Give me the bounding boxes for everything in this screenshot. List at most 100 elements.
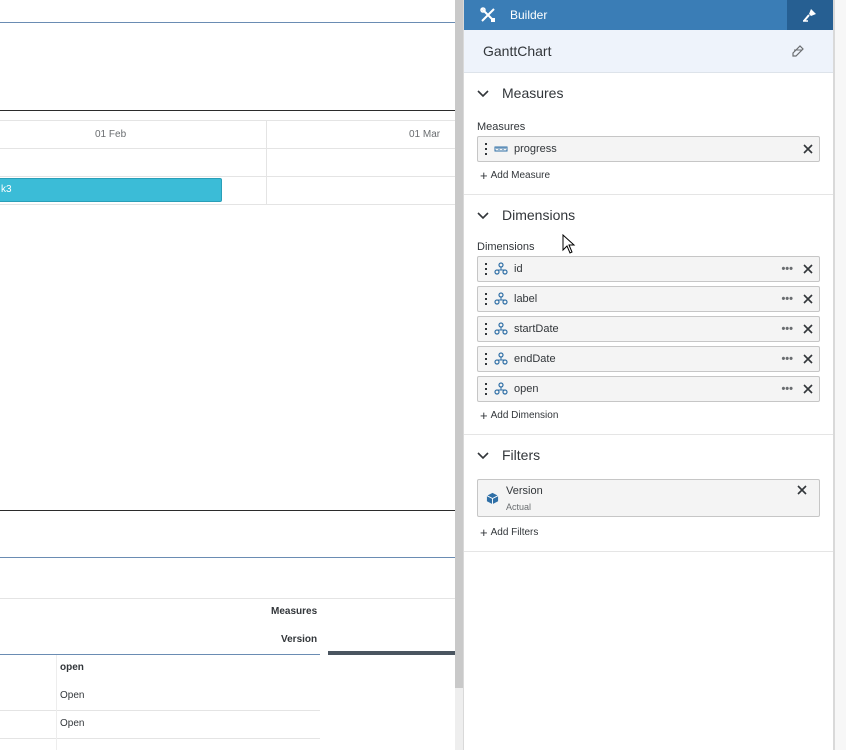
dimensions-section-header[interactable]: Dimensions — [477, 195, 820, 235]
filter-name: Version — [506, 485, 543, 497]
dimension-icon — [494, 352, 508, 365]
table-column-separator — [56, 655, 57, 750]
dimension-item-enddate[interactable]: endDate ••• — [477, 346, 820, 372]
close-icon[interactable] — [803, 354, 813, 364]
plus-icon: + — [480, 407, 488, 423]
add-dimension-label: Add Dimension — [490, 409, 559, 421]
filters-title: Filters — [502, 447, 541, 463]
close-icon[interactable] — [803, 324, 813, 334]
dimension-item-label: startDate — [514, 323, 559, 335]
measures-section: Measures Measures progress + Add Measure — [464, 73, 833, 195]
add-filters-label: Add Filters — [490, 526, 539, 538]
table-header-version: Version — [281, 634, 318, 645]
drag-handle-icon[interactable] — [485, 143, 488, 155]
timeline-top-line — [0, 120, 455, 121]
dimension-item-label: label — [514, 293, 538, 305]
measures-title: Measures — [502, 85, 564, 101]
filters-section-header[interactable]: Filters — [477, 435, 820, 475]
table-cell: Open — [60, 690, 85, 701]
paint-brush-icon — [803, 9, 816, 22]
dimension-icon — [494, 262, 508, 275]
more-options-icon[interactable]: ••• — [781, 263, 793, 275]
widget-top-border — [0, 22, 455, 23]
dimension-icon — [494, 322, 508, 335]
widget-bottom-border — [0, 510, 455, 511]
table-header-line — [0, 598, 455, 599]
measures-label: Measures — [477, 121, 526, 133]
edit-icon[interactable] — [791, 44, 805, 58]
right-panel-edge — [834, 0, 846, 750]
timeline-tick-mar: 01 Mar — [409, 129, 441, 140]
table-widget-top-border — [0, 557, 455, 558]
dimension-item-label[interactable]: label ••• — [477, 286, 820, 312]
measure-item-label: progress — [514, 143, 557, 155]
panel-splitter-tail — [455, 688, 463, 750]
widget-header: GanttChart — [464, 30, 833, 73]
dimensions-label: Dimensions — [477, 241, 535, 253]
plus-icon: + — [480, 167, 488, 183]
more-options-icon[interactable]: ••• — [781, 383, 793, 395]
dimension-icon — [494, 382, 508, 395]
more-options-icon[interactable]: ••• — [781, 293, 793, 305]
filter-value: Actual — [506, 502, 532, 512]
drag-handle-icon[interactable] — [485, 353, 488, 365]
filters-section: Filters Version Actual + Add Filters — [464, 435, 833, 552]
gantt-task-bar[interactable]: k3 — [0, 178, 222, 202]
dimension-item-label: id — [514, 263, 523, 275]
measure-item-progress[interactable]: progress — [477, 136, 820, 162]
drag-handle-icon[interactable] — [485, 293, 488, 305]
mouse-pointer-icon — [562, 234, 576, 254]
dimension-item-startdate[interactable]: startDate ••• — [477, 316, 820, 342]
dimension-item-label: endDate — [514, 353, 556, 365]
close-icon[interactable] — [803, 294, 813, 304]
tab-styling[interactable] — [787, 0, 833, 30]
timeline-bottom-line — [0, 148, 455, 149]
add-dimension-button[interactable]: + Add Dimension — [477, 406, 820, 424]
dimensions-title: Dimensions — [502, 207, 576, 223]
drag-handle-icon[interactable] — [485, 383, 488, 395]
panel-splitter[interactable] — [455, 0, 463, 688]
dimension-item-id[interactable]: id ••• — [477, 256, 820, 282]
chevron-down-icon[interactable] — [477, 209, 489, 221]
close-icon[interactable] — [803, 264, 813, 274]
tab-builder[interactable]: Builder — [464, 0, 788, 30]
designer-tab-bar: Builder — [464, 0, 833, 30]
widget-title: GanttChart — [483, 43, 552, 59]
measures-section-header[interactable]: Measures — [477, 73, 820, 113]
table-cell: Open — [60, 718, 85, 729]
builder-panel: Builder GanttChart Measures Measures pro… — [463, 0, 834, 750]
more-options-icon[interactable]: ••• — [781, 353, 793, 365]
table-row-line — [0, 710, 320, 711]
plus-icon: + — [480, 524, 488, 540]
tab-builder-label: Builder — [510, 8, 548, 22]
add-measure-label: Add Measure — [490, 169, 551, 181]
drag-handle-icon[interactable] — [485, 263, 488, 275]
chevron-down-icon[interactable] — [477, 87, 489, 99]
filter-item-version[interactable]: Version Actual — [477, 479, 820, 517]
timeline-separator — [266, 120, 267, 204]
tools-icon — [480, 7, 495, 22]
gantt-header-divider — [0, 110, 455, 111]
dimension-item-label: open — [514, 383, 539, 395]
add-measure-button[interactable]: + Add Measure — [477, 166, 820, 184]
table-column-rule — [0, 654, 320, 655]
timeline-tick-feb: 01 Feb — [95, 129, 127, 140]
close-icon[interactable] — [803, 144, 813, 154]
table-version-rule — [328, 651, 455, 655]
table-header-measures: Measures — [271, 606, 318, 617]
story-canvas: 01 Feb 01 Mar k3 Measures Version open O… — [0, 0, 455, 750]
dimension-item-open[interactable]: open ••• — [477, 376, 820, 402]
gantt-row-line — [0, 204, 455, 205]
dimension-icon — [494, 292, 508, 305]
close-icon[interactable] — [797, 485, 807, 495]
cube-icon — [486, 492, 499, 505]
drag-handle-icon[interactable] — [485, 323, 488, 335]
chevron-down-icon[interactable] — [477, 449, 489, 461]
ruler-icon — [494, 146, 508, 152]
dimensions-section: Dimensions Dimensions id ••• label ••• start… — [464, 195, 833, 435]
more-options-icon[interactable]: ••• — [781, 323, 793, 335]
close-icon[interactable] — [803, 384, 813, 394]
add-filters-button[interactable]: + Add Filters — [477, 523, 820, 541]
dimension-list: id ••• label ••• startDate ••• endDate ••• open •… — [477, 256, 820, 402]
table-column-header: open — [60, 662, 84, 673]
